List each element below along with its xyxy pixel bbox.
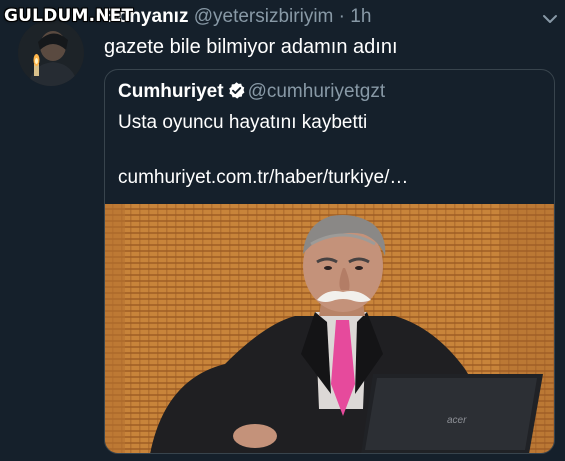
avatar[interactable] bbox=[18, 20, 84, 86]
tweet-timestamp[interactable]: 1h bbox=[350, 6, 371, 27]
watermark: GULDUM.NET bbox=[4, 6, 134, 26]
quoted-tweet-photo[interactable]: acer bbox=[105, 204, 554, 454]
tweet-header: Bonyanız @yetersizbiriyim · 1h bbox=[104, 6, 371, 28]
quoted-tweet-card[interactable]: Cumhuriyet @cumhuriyetgzt Usta oyuncu ha… bbox=[104, 69, 555, 454]
tweet-text: gazete bile bilmiyor adamın adını bbox=[104, 36, 398, 58]
quoted-handle: @cumhuriyetgzt bbox=[247, 81, 386, 102]
header-separator: · bbox=[338, 6, 345, 27]
quoted-display-name: Cumhuriyet bbox=[118, 81, 224, 102]
quoted-tweet-header: Cumhuriyet @cumhuriyetgzt bbox=[118, 81, 385, 103]
quoted-tweet-link[interactable]: cumhuriyet.com.tr/haber/turkiye/… bbox=[118, 167, 408, 189]
quoted-tweet-text: Usta oyuncu hayatını kaybetti bbox=[118, 112, 368, 133]
laptop-brand-logo: acer bbox=[447, 415, 467, 426]
verified-badge-icon bbox=[228, 82, 244, 99]
avatar-image bbox=[18, 20, 84, 86]
chevron-down-icon[interactable] bbox=[541, 10, 559, 28]
author-handle[interactable]: @yetersizbiriyim bbox=[194, 6, 334, 27]
